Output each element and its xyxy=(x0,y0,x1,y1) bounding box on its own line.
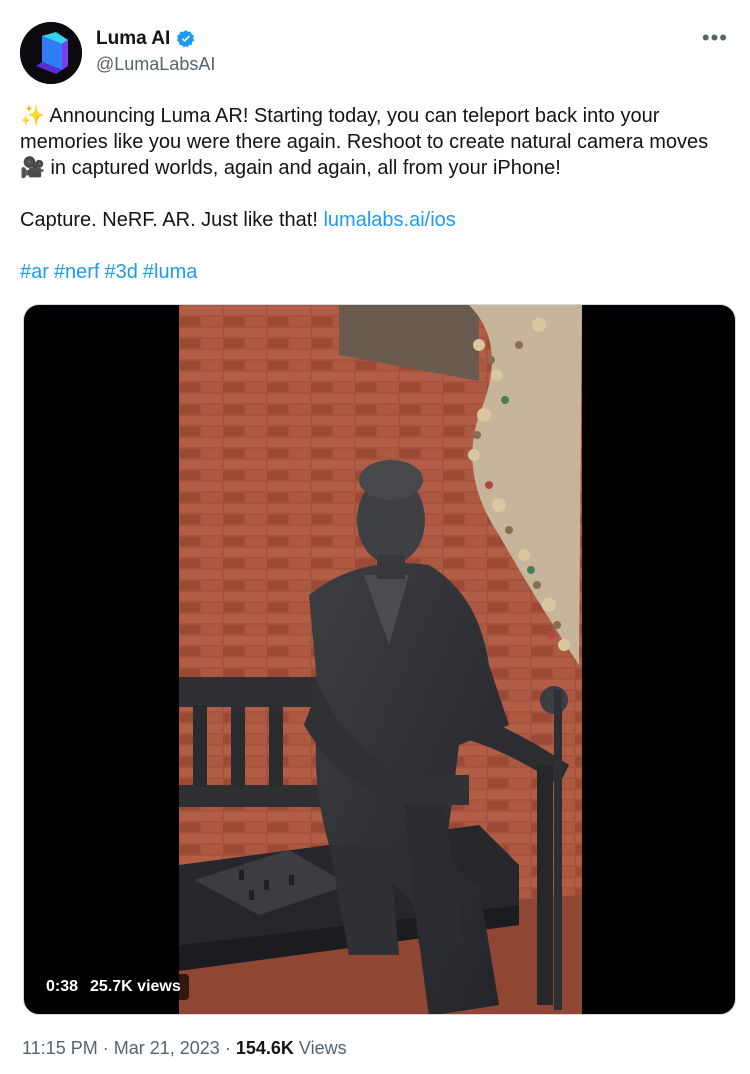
tweet-line-1-tail: in captured worlds, again and again, all… xyxy=(50,157,561,179)
movie-camera-icon: 🎥 xyxy=(20,157,45,179)
tweet-paragraph-2: Capture. NeRF. AR. Just like that! lumal… xyxy=(20,207,732,233)
video-info-badge: 0:38 25.7K views xyxy=(38,974,189,1000)
tweet-date[interactable]: Mar 21, 2023 xyxy=(114,1038,220,1058)
author-name[interactable]: Luma AI xyxy=(96,28,170,50)
tweet-card: Luma AI @LumaLabsAI ••• ✨ Announcing Lum… xyxy=(0,0,750,1074)
hashtag-luma[interactable]: #luma xyxy=(143,261,197,283)
video-frame xyxy=(179,305,582,1014)
tweet-meta: 11:15 PM · Mar 21, 2023 · 154.6K Views xyxy=(22,1038,347,1059)
statue-bench-scene xyxy=(179,305,582,1014)
video-views: 25.7K views xyxy=(90,978,181,995)
tweet-paragraph-1: ✨ Announcing Luma AR! Starting today, yo… xyxy=(20,103,732,181)
hashtag-nerf[interactable]: #nerf xyxy=(54,261,100,283)
tweet-line-2: Capture. NeRF. AR. Just like that! xyxy=(20,209,318,231)
more-options-button[interactable]: ••• xyxy=(702,27,728,49)
author-handle[interactable]: @LumaLabsAI xyxy=(96,54,215,75)
sparkles-icon: ✨ xyxy=(20,105,45,127)
tweet-line-1: Announcing Luma AR! Starting today, you … xyxy=(20,105,709,153)
verified-badge-icon xyxy=(177,30,195,48)
avatar[interactable] xyxy=(20,22,82,84)
tweet-link[interactable]: lumalabs.ai/ios xyxy=(323,209,455,231)
video-player[interactable]: 0:38 25.7K views xyxy=(23,304,736,1015)
tweet-time[interactable]: 11:15 PM xyxy=(22,1038,98,1058)
hashtags: #ar #nerf #3d #luma xyxy=(20,259,732,285)
views-label: Views xyxy=(298,1038,347,1058)
meta-separator-1: · xyxy=(102,1038,109,1058)
video-duration: 0:38 xyxy=(46,978,79,995)
meta-separator-2: · xyxy=(224,1038,231,1058)
tweet-text: ✨ Announcing Luma AR! Starting today, yo… xyxy=(20,103,732,285)
hashtag-ar[interactable]: #ar xyxy=(20,261,49,283)
luma-logo-icon xyxy=(20,22,82,84)
hashtag-3d[interactable]: #3d xyxy=(105,261,138,283)
author-name-row: Luma AI xyxy=(96,28,196,50)
view-count: 154.6K xyxy=(235,1038,294,1058)
